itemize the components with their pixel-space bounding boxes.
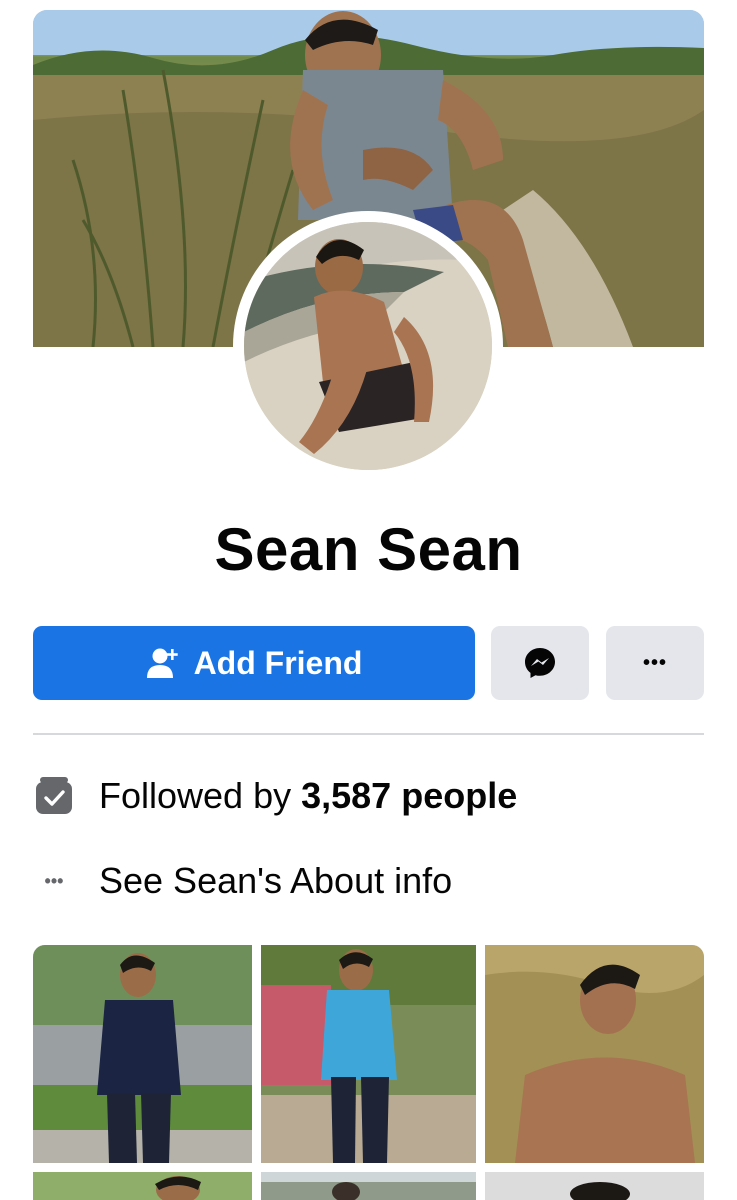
photo-1[interactable] <box>33 945 252 1163</box>
profile-name: Sean Sean <box>214 516 523 583</box>
photo-3[interactable] <box>485 945 704 1163</box>
followers-icon <box>33 775 75 817</box>
add-friend-label: Add Friend <box>193 644 363 681</box>
photo-6[interactable] <box>485 1172 704 1200</box>
section-divider <box>33 733 704 735</box>
about-link[interactable]: See Sean's About info <box>99 860 452 902</box>
add-friend-icon <box>146 646 180 680</box>
about-dots-icon: ••• <box>44 870 64 891</box>
photo-2[interactable] <box>261 945 476 1163</box>
profile-avatar[interactable] <box>244 222 492 470</box>
followers-count: 3,587 people <box>301 775 518 816</box>
add-friend-button[interactable]: Add Friend <box>33 626 475 700</box>
followers-prefix: Followed by <box>99 775 302 816</box>
photo-4[interactable] <box>33 1172 252 1200</box>
message-button[interactable] <box>491 626 589 700</box>
followers-text: Followed by 3,587 people <box>99 775 517 817</box>
followers-row: Followed by 3,587 people <box>33 775 517 817</box>
more-dots-icon: ••• <box>642 651 667 674</box>
messenger-icon <box>523 646 557 680</box>
about-row[interactable]: ••• See Sean's About info <box>33 860 453 902</box>
photo-5[interactable] <box>261 1172 476 1200</box>
more-options-button[interactable]: ••• <box>606 626 704 700</box>
